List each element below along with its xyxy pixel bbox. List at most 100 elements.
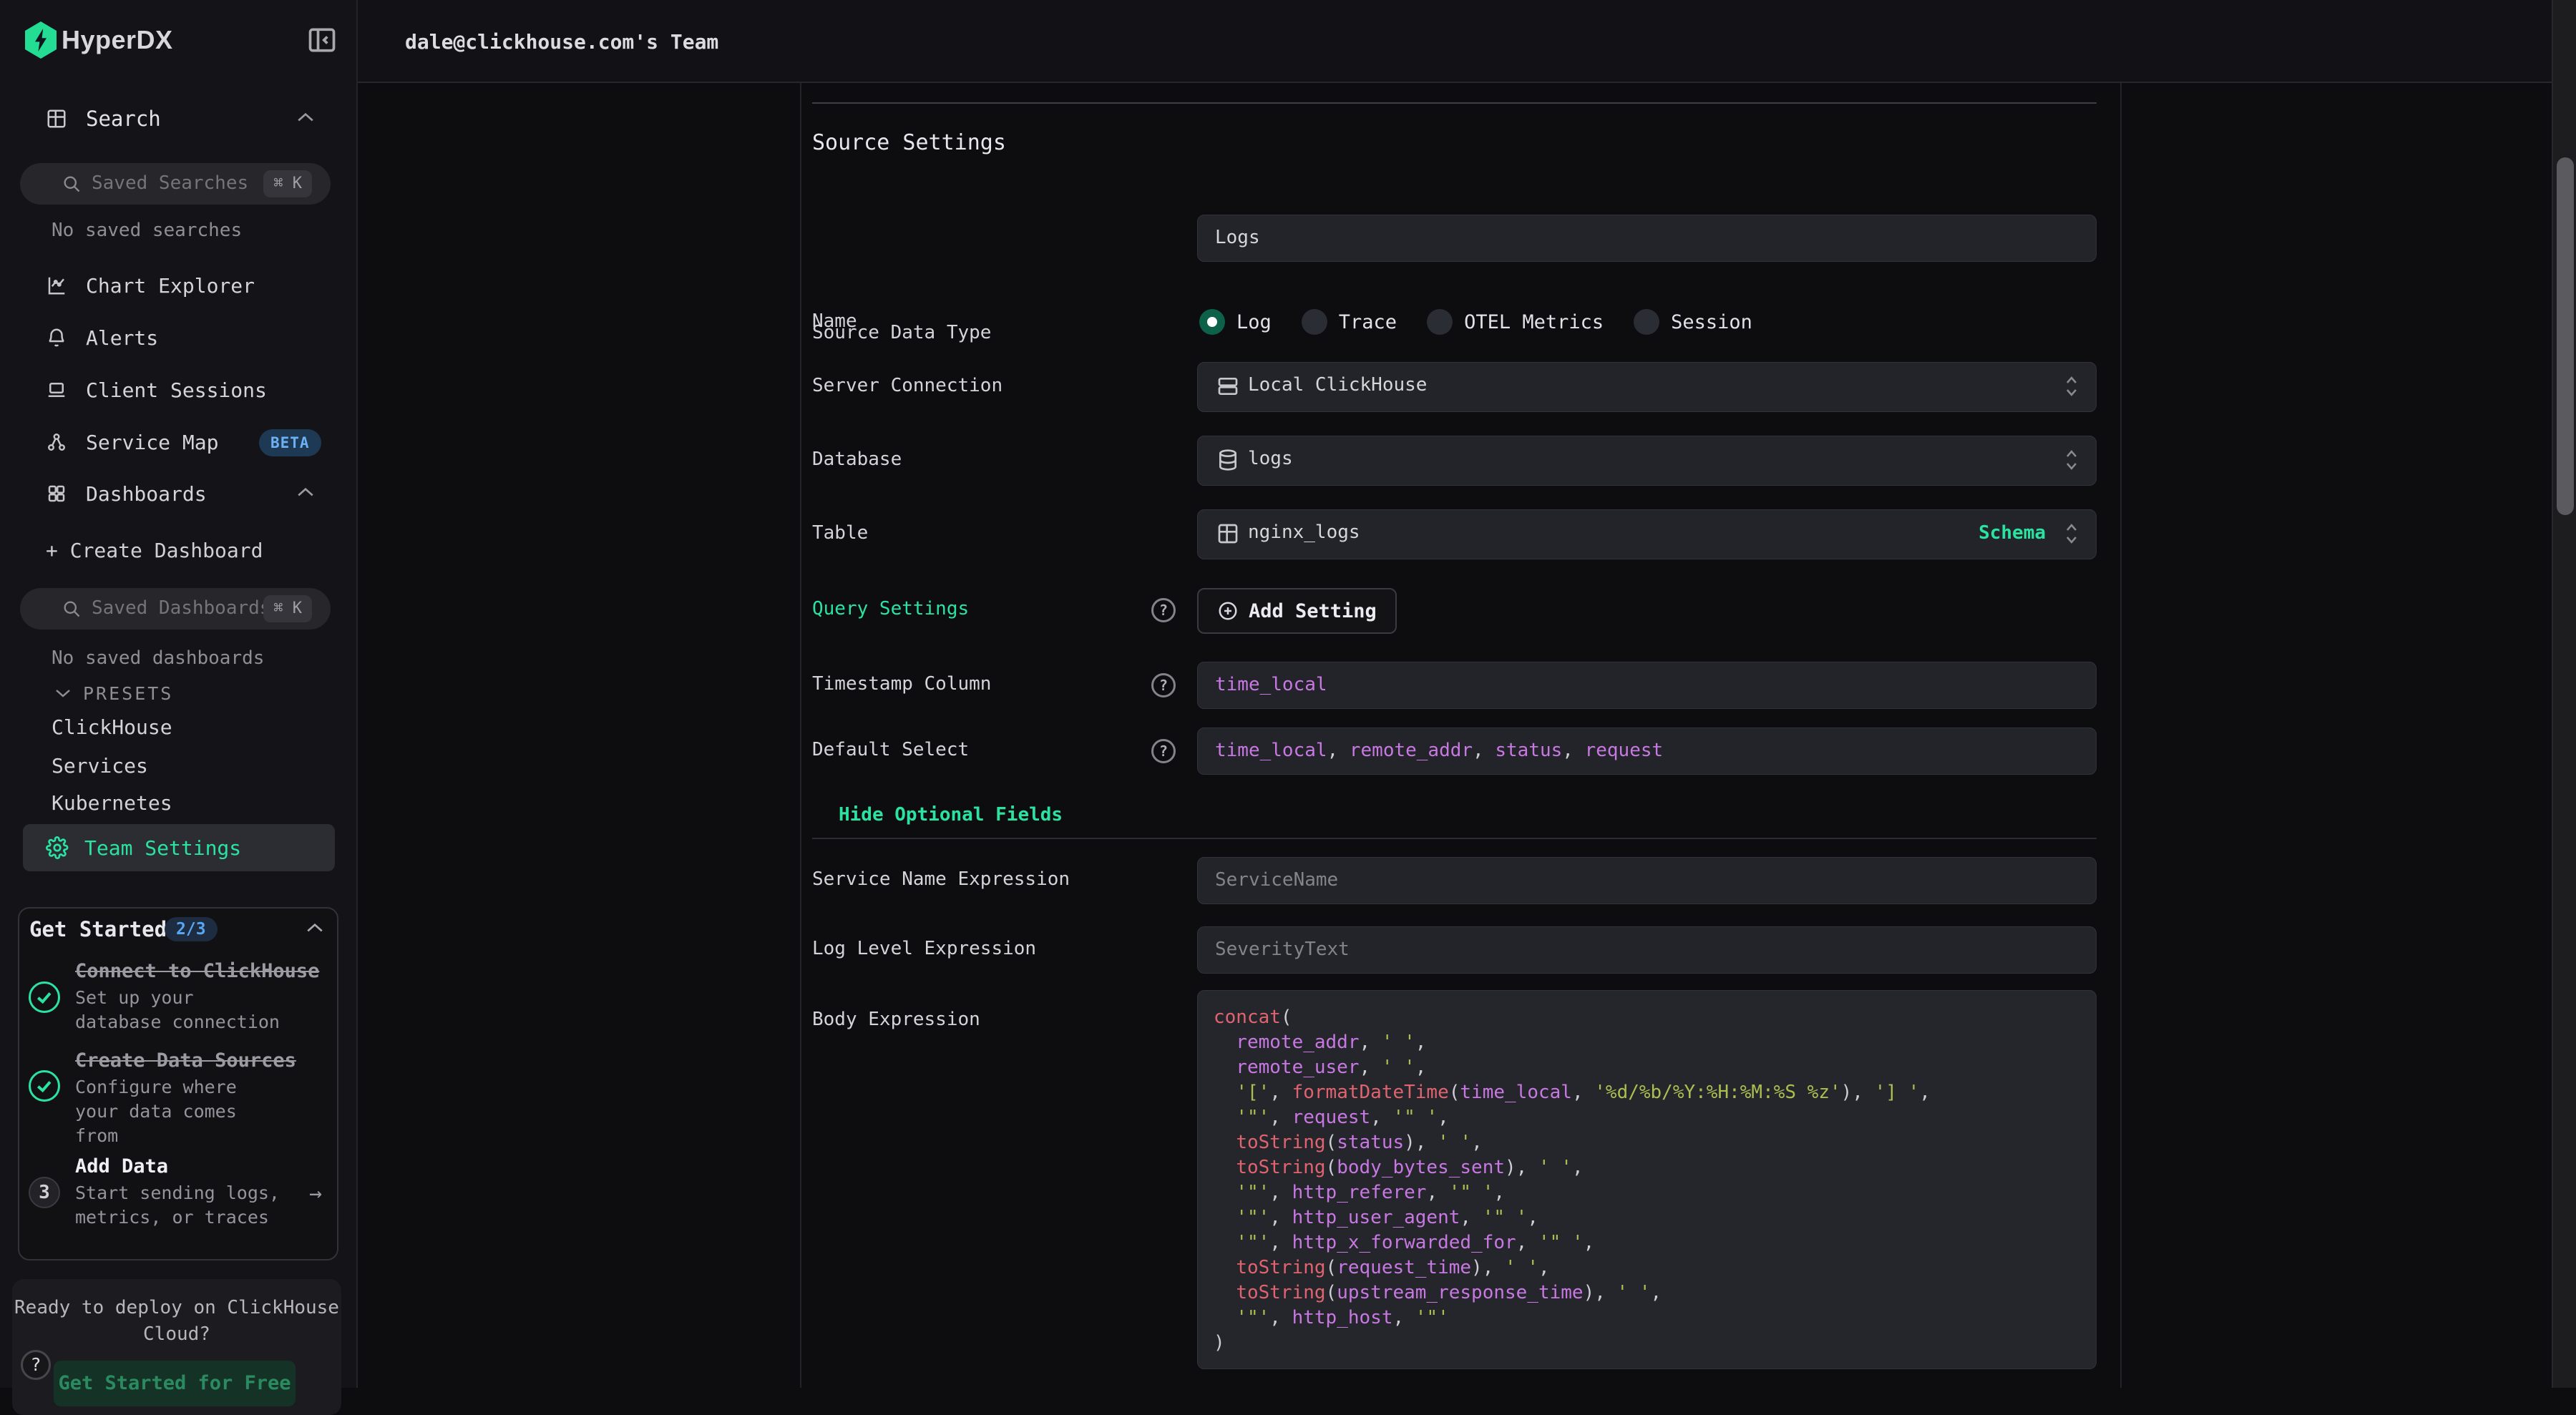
schema-button[interactable]: Schema: [1979, 522, 2046, 544]
scrollbar-thumb[interactable]: [2557, 157, 2574, 515]
topbar: dale@clickhouse.com's Team: [358, 0, 2576, 83]
get-started-title: Get Started: [29, 917, 167, 941]
help-button[interactable]: ?: [21, 1350, 51, 1380]
search-section-label: Search: [86, 107, 161, 131]
database-select[interactable]: logs: [1197, 436, 2097, 486]
dashboards-icon: [46, 483, 67, 504]
arrow-right-icon[interactable]: →: [309, 1181, 322, 1206]
sidebar-item-label: Client Sessions: [86, 378, 267, 402]
radio-session[interactable]: Session: [1634, 309, 1752, 335]
presets-label: PRESETS: [83, 683, 173, 704]
scrollbar-track[interactable]: [2552, 0, 2576, 1388]
search-section-icon: [46, 108, 67, 129]
query-settings-label: Query Settings: [812, 598, 969, 620]
sidebar-item-label: Chart Explorer: [86, 274, 255, 298]
chevron-updown-icon: [2063, 373, 2080, 399]
hide-optional-fields-link[interactable]: Hide Optional Fields: [839, 804, 1063, 826]
sidebar-item-client-sessions[interactable]: Client Sessions: [0, 370, 358, 410]
service-name-expression-label: Service Name Expression: [812, 868, 1070, 890]
source-data-type-radios: Log Trace OTEL Metrics Session: [1199, 309, 1752, 335]
timestamp-column-label: Timestamp Column: [812, 673, 991, 695]
shortcut-badge: ⌘ K: [263, 595, 312, 622]
step-description: Set up your database connection: [75, 986, 290, 1034]
chevron-up-icon: [296, 111, 315, 124]
form-title: Source Settings: [812, 130, 1006, 155]
sidebar-item-clickhouse[interactable]: ClickHouse: [52, 715, 172, 739]
service-name-expression-input[interactable]: ServiceName: [1197, 857, 2097, 904]
table-select[interactable]: nginx_logs Schema: [1197, 509, 2097, 559]
sidebar-section-search[interactable]: Search: [0, 98, 358, 138]
create-dashboard-button[interactable]: + Create Dashboard: [46, 539, 263, 562]
default-select-label: Default Select: [812, 739, 969, 760]
name-value: Logs: [1215, 227, 1260, 248]
name-input[interactable]: Logs: [1197, 215, 2097, 262]
section-divider: [812, 838, 2097, 839]
radio-log[interactable]: Log: [1199, 309, 1272, 335]
table-value: nginx_logs: [1248, 522, 1360, 543]
server-connection-select[interactable]: Local ClickHouse: [1197, 362, 2097, 412]
get-started-panel: Get Started 2/3 Connect to ClickHouse Se…: [18, 907, 338, 1260]
step-title: Add Data: [75, 1155, 168, 1177]
cloud-promo-text: Ready to deploy on ClickHouse: [12, 1295, 341, 1321]
service-name-placeholder: ServiceName: [1215, 869, 1338, 891]
source-data-type-label: Source Data Type: [812, 322, 991, 343]
saved-searches-input[interactable]: Saved Searches ⌘ K: [20, 163, 331, 205]
table-label: Table: [812, 522, 868, 544]
shortcut-badge: ⌘ K: [263, 170, 312, 197]
radio-trace[interactable]: Trace: [1302, 309, 1397, 335]
panel-right-border: [2120, 83, 2122, 1388]
help-tooltip-icon[interactable]: ?: [1151, 598, 1176, 622]
no-saved-searches-text: No saved searches: [52, 220, 242, 241]
timestamp-column-value: time_local: [1215, 674, 1327, 695]
step-number-icon: 3: [29, 1177, 60, 1208]
sidebar-item-chart-explorer[interactable]: Chart Explorer: [0, 265, 358, 305]
add-setting-button[interactable]: Add Setting: [1197, 588, 1397, 634]
saved-searches-placeholder: Saved Searches: [92, 172, 248, 194]
sidebar-item-dashboards[interactable]: Dashboards: [0, 474, 358, 514]
source-settings-form: Source Settings Name Logs Source Data Ty…: [812, 84, 2097, 1388]
radio-label: OTEL Metrics: [1464, 311, 1604, 333]
sidebar-item-alerts[interactable]: Alerts: [0, 318, 358, 358]
chevron-down-icon: [54, 687, 72, 699]
service-map-icon: [46, 431, 67, 453]
log-level-expression-input[interactable]: SeverityText: [1197, 926, 2097, 974]
radio-label: Session: [1671, 311, 1752, 333]
database-icon: [1216, 449, 1239, 471]
sidebar-item-team-settings[interactable]: Team Settings: [23, 824, 335, 871]
radio-label: Log: [1236, 311, 1272, 333]
step-title: Create Data Sources: [75, 1049, 296, 1072]
chart-explorer-icon: [46, 275, 67, 296]
radio-icon: [1427, 309, 1453, 335]
panel-left-border: [800, 83, 801, 1388]
section-divider: [812, 102, 2097, 104]
get-started-free-button[interactable]: Get Started for Free: [54, 1361, 296, 1406]
gear-icon: [46, 836, 69, 859]
body-expression-label: Body Expression: [812, 1009, 980, 1030]
radio-otel-metrics[interactable]: OTEL Metrics: [1427, 309, 1604, 335]
step-description: Start sending logs, metrics, or traces: [75, 1181, 290, 1230]
saved-dashboards-placeholder: Saved Dashboards: [92, 597, 270, 619]
timestamp-column-input[interactable]: time_local: [1197, 662, 2097, 709]
cloud-promo-text: Cloud?: [12, 1321, 341, 1348]
help-tooltip-icon[interactable]: ?: [1151, 739, 1176, 763]
radio-label: Trace: [1339, 311, 1397, 333]
chevron-up-icon[interactable]: [306, 921, 324, 934]
database-value: logs: [1248, 448, 1293, 469]
help-tooltip-icon[interactable]: ?: [1151, 673, 1176, 697]
body-expression-editor[interactable]: concat( remote_addr, ' ', remote_user, '…: [1197, 990, 2097, 1369]
laptop-icon: [46, 379, 67, 401]
server-connection-label: Server Connection: [812, 375, 1002, 396]
default-select-value: time_local, remote_addr, status, request: [1215, 740, 1663, 761]
radio-icon: [1634, 309, 1659, 335]
database-label: Database: [812, 449, 902, 470]
server-connection-value: Local ClickHouse: [1248, 374, 1427, 396]
sidebar-item-service-map[interactable]: Service Map BETA: [0, 422, 358, 462]
step-title: Connect to ClickHouse: [75, 960, 319, 982]
sidebar-item-services[interactable]: Services: [52, 754, 148, 778]
saved-dashboards-input[interactable]: Saved Dashboards ⌘ K: [20, 588, 331, 630]
sidebar-item-kubernetes[interactable]: Kubernetes: [52, 791, 172, 815]
default-select-input[interactable]: time_local, remote_addr, status, request: [1197, 728, 2097, 775]
search-icon: [62, 174, 82, 194]
hyperdx-logo-icon: [24, 21, 58, 59]
collapse-sidebar-icon[interactable]: [306, 24, 341, 59]
